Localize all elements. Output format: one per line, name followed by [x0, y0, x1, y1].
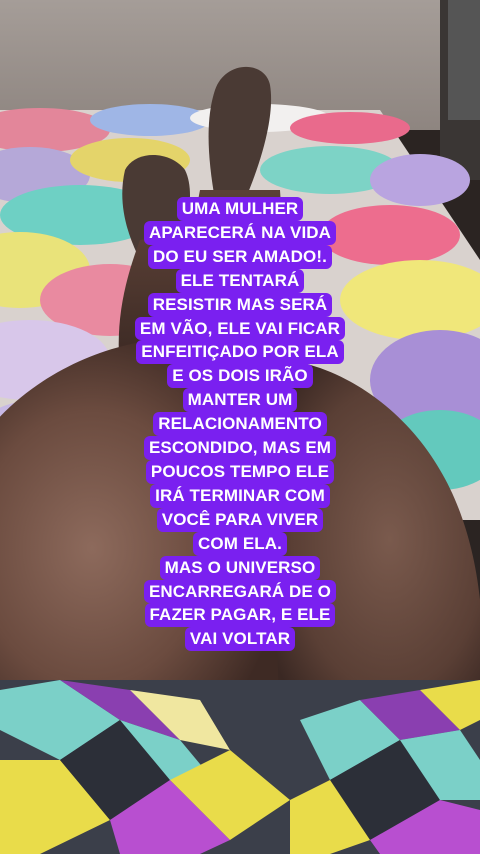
caption-line: UMA MULHER	[176, 197, 304, 221]
caption-line: ELE TENTARÁ	[175, 268, 305, 293]
caption-line: E OS DOIS IRÃO	[167, 364, 313, 389]
caption-line: VOCÊ PARA VIVER	[156, 507, 324, 532]
caption-line: IRÁ TERMINAR COM	[150, 483, 330, 508]
caption-line: APARECERÁ NA VIDA	[143, 220, 337, 245]
caption-line: ESCONDIDO, MAS EM	[143, 436, 337, 460]
caption-line: RELACIONAMENTO	[153, 412, 327, 437]
story-caption: UMA MULHER APARECERÁ NA VIDA DO EU SER A…	[0, 197, 480, 652]
caption-line: POUCOS TEMPO ELE	[145, 459, 335, 484]
caption-line: ENFEITIÇADO POR ELA	[136, 340, 344, 365]
caption-line: FAZER PAGAR, E ELE	[144, 603, 336, 628]
caption-line: COM ELA.	[193, 531, 287, 556]
caption-line: VAI VOLTAR	[184, 627, 296, 652]
caption-line: EM VÃO, ELE VAI FICAR	[134, 316, 346, 341]
story-view: UMA MULHER APARECERÁ NA VIDA DO EU SER A…	[0, 0, 480, 854]
caption-line: MANTER UM	[182, 388, 298, 413]
caption-line: DO EU SER AMADO!.	[148, 244, 332, 269]
caption-line: RESISTIR MAS SERÁ	[147, 292, 333, 317]
caption-line: ENCARREGARÁ DE O	[143, 579, 336, 604]
caption-line: MAS O UNIVERSO	[159, 555, 321, 580]
